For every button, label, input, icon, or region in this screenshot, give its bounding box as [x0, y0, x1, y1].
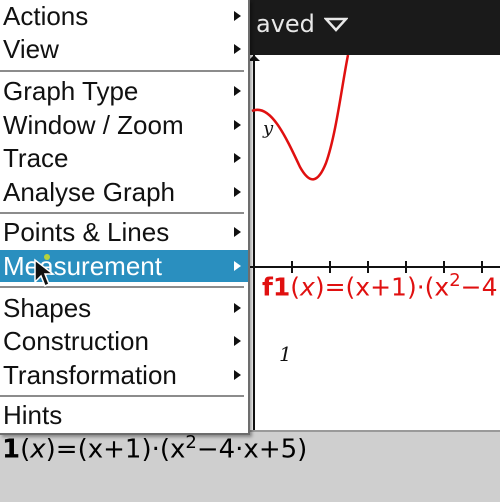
entry-line-text[interactable]: 1(x)=(x+1)·(x2−4·x+5): [2, 432, 307, 465]
chevron-right-icon: [234, 336, 241, 346]
menu-item-construction[interactable]: Construction: [0, 325, 248, 357]
dropdown-triangle-icon[interactable]: [324, 14, 348, 34]
entry-expr-start: =(x+1)·(x: [55, 434, 186, 465]
menu-item-view[interactable]: View: [0, 33, 248, 65]
entry-var: x: [30, 434, 46, 465]
document-title[interactable]: aved: [256, 10, 315, 38]
menu-item-label: Actions: [3, 1, 89, 31]
menu-item-label: Construction: [3, 326, 149, 356]
function-exponent: 2: [449, 270, 461, 291]
chevron-right-icon: [234, 153, 241, 163]
menu-divider: [0, 212, 244, 214]
chevron-right-icon: [234, 227, 241, 237]
menu-item-label: Window / Zoom: [3, 110, 184, 140]
menu-item-points-lines[interactable]: Points & Lines: [0, 216, 248, 248]
chevron-right-icon: [234, 120, 241, 130]
menu-item-shapes[interactable]: Shapes: [0, 292, 248, 324]
chevron-right-icon: [234, 44, 241, 54]
y-axis-label: y: [263, 118, 274, 139]
x-tick-label: 1: [279, 342, 292, 366]
function-label[interactable]: f1(x)=(x+1)·(x2−4: [262, 270, 498, 301]
chevron-right-icon: [234, 187, 241, 197]
menu-item-label: Points & Lines: [3, 217, 170, 247]
menu-item-window-zoom[interactable]: Window / Zoom: [0, 109, 248, 141]
menu-item-label: Analyse Graph: [3, 177, 175, 207]
menu-item-label: Graph Type: [3, 76, 139, 106]
context-menu: Actions View Graph Type Window / Zoom Tr…: [0, 0, 250, 435]
chevron-right-icon: [234, 86, 241, 96]
entry-exponent: 2: [185, 432, 197, 453]
chevron-right-icon: [234, 303, 241, 313]
chevron-right-icon: [234, 370, 241, 380]
menu-divider: [0, 70, 244, 72]
menu-item-transformation[interactable]: Transformation: [0, 359, 248, 391]
function-var: x: [300, 272, 315, 302]
function-expr-start: (x+1)·(x: [345, 272, 450, 302]
function-expr-end: −4: [460, 272, 498, 302]
menu-item-hints[interactable]: Hints: [0, 399, 248, 431]
entry-expr-end: −4·x+5): [196, 434, 308, 465]
function-name: f1: [262, 272, 291, 302]
menu-item-label: Trace: [3, 143, 69, 173]
menu-item-graph-type[interactable]: Graph Type: [0, 75, 248, 107]
menu-item-label: Hints: [3, 400, 63, 430]
chevron-right-icon: [234, 261, 241, 271]
menu-item-label: View: [3, 34, 59, 64]
mouse-pointer-icon: [34, 254, 55, 288]
menu-item-label: Transformation: [3, 360, 177, 390]
menu-item-trace[interactable]: Trace: [0, 142, 248, 174]
menu-item-label: Shapes: [3, 293, 92, 323]
menu-item-analyse-graph[interactable]: Analyse Graph: [0, 176, 248, 208]
entry-prefix: 1: [2, 434, 21, 465]
chevron-right-icon: [234, 11, 241, 21]
menu-item-label: Measurement: [3, 251, 162, 281]
menu-item-actions[interactable]: Actions: [0, 0, 248, 32]
menu-divider: [0, 395, 244, 397]
